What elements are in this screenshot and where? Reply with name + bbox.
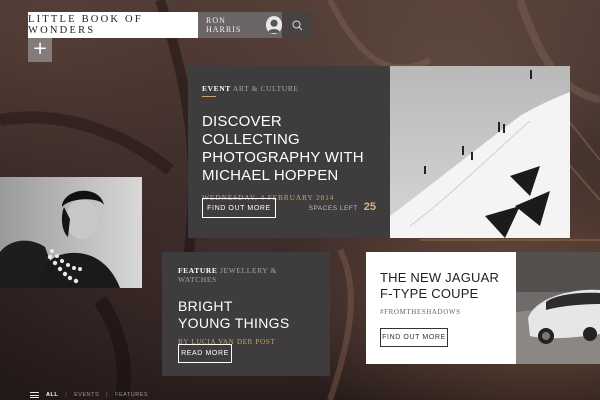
- search-button[interactable]: [282, 12, 312, 38]
- filter-nav: ALL | EVENTS | FEATURES: [30, 388, 148, 400]
- event-title-line: DISCOVER COLLECTING: [202, 113, 300, 148]
- event-category: EVENT ART & CULTURE: [202, 84, 376, 93]
- accent-rule: [202, 96, 216, 97]
- nav-separator: |: [65, 392, 68, 398]
- user-menu[interactable]: RON HARRIS: [198, 12, 282, 38]
- plus-icon: +: [32, 38, 48, 59]
- site-logo[interactable]: LITTLE BOOK OF WONDERS: [28, 12, 198, 38]
- avatar: [265, 16, 282, 34]
- jaguar-title[interactable]: THE NEW JAGUAR F-TYPE COUPE: [380, 270, 502, 302]
- feature-title[interactable]: BRIGHT YOUNG THINGS: [178, 298, 314, 332]
- read-more-button[interactable]: READ MORE: [178, 344, 232, 363]
- feature-card[interactable]: FEATURE JEWELLERY & WATCHES BRIGHT YOUNG…: [162, 252, 330, 376]
- spaces-left-label: SPACES LEFT: [308, 205, 358, 212]
- filter-features[interactable]: FEATURES: [115, 392, 148, 398]
- subcategory-link[interactable]: ART & CULTURE: [233, 84, 299, 93]
- nav-separator: |: [106, 392, 109, 398]
- top-bar: LITTLE BOOK OF WONDERS RON HARRIS: [28, 12, 312, 38]
- feature-title-line: BRIGHT: [178, 298, 233, 314]
- find-out-more-button[interactable]: FIND OUT MORE: [202, 198, 276, 218]
- jaguar-hashtag: #FROMTHESHADOWS: [380, 308, 461, 316]
- category-label: EVENT: [202, 84, 231, 93]
- event-title[interactable]: DISCOVER COLLECTING PHOTOGRAPHY WITH MIC…: [202, 113, 376, 185]
- user-name: RON HARRIS: [206, 16, 242, 34]
- jaguar-title-line: F-TYPE COUPE: [380, 286, 479, 301]
- spaces-left-count: 25: [363, 201, 376, 213]
- category-label: FEATURE: [178, 266, 218, 275]
- find-out-more-button[interactable]: FIND OUT MORE: [380, 328, 448, 347]
- jaguar-title-line: THE NEW JAGUAR: [380, 270, 500, 285]
- add-button[interactable]: +: [28, 38, 52, 62]
- spaces-left: SPACES LEFT 25: [309, 201, 376, 213]
- search-icon: [292, 20, 302, 30]
- skiers-photo[interactable]: [390, 66, 570, 238]
- portrait-photo[interactable]: [0, 177, 142, 288]
- feature-title-line: YOUNG THINGS: [178, 315, 290, 331]
- event-card[interactable]: EVENT ART & CULTURE DISCOVER COLLECTING …: [188, 66, 390, 238]
- filter-all[interactable]: ALL: [46, 392, 58, 398]
- hamburger-menu-icon[interactable]: [30, 392, 39, 398]
- event-title-line: PHOTOGRAPHY WITH: [202, 149, 364, 166]
- feature-category: FEATURE JEWELLERY & WATCHES: [178, 266, 314, 284]
- filter-events[interactable]: EVENTS: [74, 392, 99, 398]
- event-title-line: MICHAEL HOPPEN: [202, 167, 339, 184]
- car-photo[interactable]: [516, 252, 600, 364]
- jaguar-card[interactable]: THE NEW JAGUAR F-TYPE COUPE #FROMTHESHAD…: [366, 252, 516, 364]
